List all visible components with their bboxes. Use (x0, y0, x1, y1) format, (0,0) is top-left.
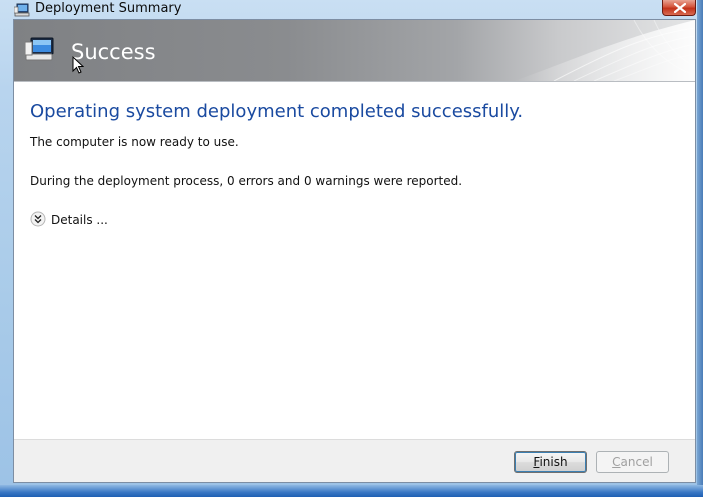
close-button[interactable] (662, 0, 696, 16)
close-icon (674, 3, 686, 13)
computer-icon (13, 2, 30, 17)
header-banner: Success (14, 20, 695, 81)
status-heading: Operating system deployment completed su… (30, 101, 524, 122)
dialog-client-area: Success Operating system deployment comp… (13, 19, 696, 483)
details-label[interactable]: Details ... (51, 212, 108, 228)
ready-message: The computer is now ready to use. (30, 135, 239, 149)
window-frame: Deployment Summary Success Operating sys… (0, 0, 703, 497)
cancel-accelerator: C (612, 455, 621, 469)
cursor-icon (72, 55, 85, 78)
chevron-down-icon (30, 211, 46, 227)
report-message: During the deployment process, 0 errors … (30, 174, 463, 188)
window-title: Deployment Summary (35, 1, 182, 16)
finish-button[interactable]: Finish (514, 451, 587, 473)
monitor-icon (24, 36, 55, 66)
button-bar: Finish Cancel (14, 439, 695, 482)
title-bar[interactable]: Deployment Summary (0, 0, 703, 20)
finish-label: inish (539, 455, 568, 469)
banner-divider (14, 81, 695, 82)
cancel-button[interactable]: Cancel (596, 451, 669, 473)
cancel-label: ancel (620, 455, 653, 469)
